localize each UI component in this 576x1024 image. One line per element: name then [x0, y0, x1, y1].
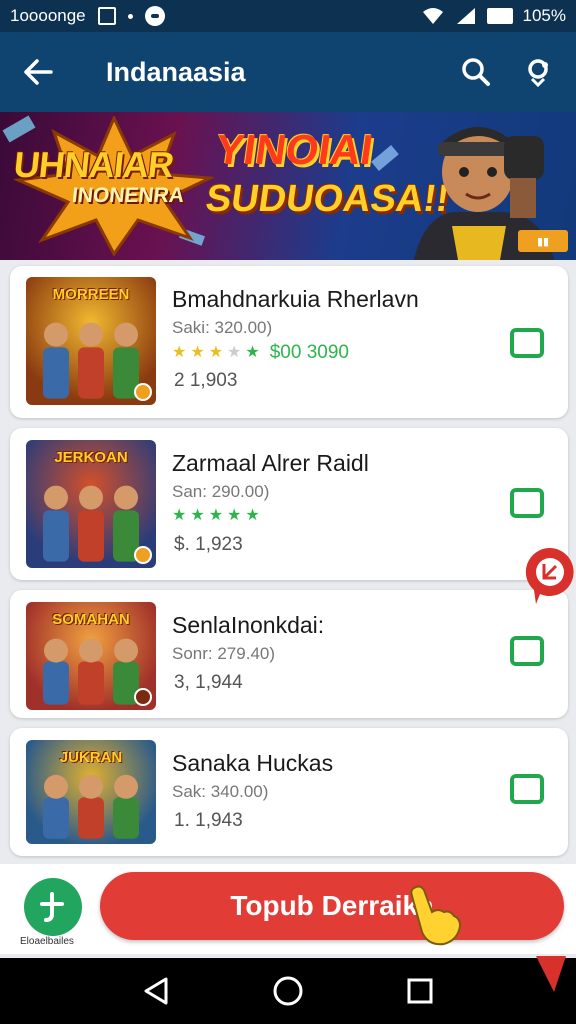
list-item[interactable]: MORREEN Bmahdnarkuia Rherlavn Saki: 320.… [10, 266, 568, 418]
triangle-back-icon [144, 977, 168, 1005]
square-outline-icon[interactable] [510, 636, 544, 666]
battery-icon [486, 8, 513, 24]
share-button[interactable] [518, 52, 558, 92]
list-item[interactable]: JERKOAN Zarmaal Alrer Raidl San: 290.00)… [10, 428, 568, 580]
app-thumbnail: MORREEN [26, 277, 156, 405]
floating-help-button[interactable] [522, 546, 576, 606]
app-price: $00 3090 [269, 342, 349, 363]
bottom-cta-bar: Eloaelbailes Topub Derraika [0, 864, 576, 954]
list-item[interactable]: JUKRAN Sanaka Huckas Sak: 340.00) 1. 1,9… [10, 728, 568, 856]
rating-stars: ★ ★ ★ ★ ★ $00 3090 [172, 342, 349, 364]
status-bar: 1oooonge 105% [0, 0, 576, 32]
thumbnail-title: JUKRAN [59, 749, 123, 766]
badge-icon [134, 546, 152, 564]
app-size: Sonr: 279.40) [172, 644, 276, 663]
square-recents-icon [407, 978, 433, 1004]
download-count: 1. 1,943 [174, 810, 243, 831]
download-count: 3, 1,944 [174, 672, 243, 693]
mini-app-button[interactable] [24, 878, 82, 936]
download-button[interactable]: Topub Derraika [100, 872, 564, 940]
app-thumbnail: SOMAHAN [26, 602, 156, 710]
app-list: MORREEN Bmahdnarkuia Rherlavn Saki: 320.… [10, 266, 568, 866]
battery-percent: 105% [522, 6, 566, 25]
star-icon: ★ [172, 344, 187, 361]
notification-square-icon [97, 7, 116, 25]
list-item[interactable]: SOMAHAN SenlaInonkdai: Sonr: 279.40) 3, … [10, 590, 568, 718]
back-button[interactable] [0, 32, 76, 112]
download-count: 2 1,903 [174, 370, 238, 391]
thumbnail-title: MORREEN [52, 286, 130, 303]
app-logo-icon [40, 892, 64, 922]
rating-stars: ★ ★ ★ ★ ★ [172, 508, 260, 524]
pointing-hand-icon [410, 885, 462, 946]
nav-back-button[interactable] [136, 971, 176, 1011]
star-icon: ★ [227, 344, 242, 361]
app-size: Saki: 320.00) [172, 318, 273, 337]
app-bar: Indanaasia [0, 32, 576, 112]
app-size: Sak: 340.00) [172, 782, 269, 801]
share-icon [528, 59, 548, 87]
app-thumbnail: JERKOAN [26, 440, 156, 568]
circle-home-icon [273, 976, 303, 1006]
messenger-icon [144, 6, 165, 26]
star-icon: ★ [208, 344, 224, 361]
system-nav-bar [0, 958, 576, 1024]
star-icon: ★ [190, 507, 205, 524]
page-title: Indanaasia [106, 56, 246, 87]
star-icon: ★ [208, 507, 224, 524]
download-count: $. 1,923 [174, 534, 243, 555]
banner-brand-sub: INONENRA [70, 184, 186, 207]
promo-banner[interactable]: UHNAIAR INONENRA YINOIAI SUDUOASA!! ▮▮ [0, 112, 576, 260]
thumbnail-title: SOMAHAN [52, 611, 130, 628]
status-text: 1oooonge [10, 6, 86, 25]
arrow-left-icon [24, 59, 53, 85]
dot-icon [127, 13, 133, 19]
square-outline-icon[interactable] [510, 774, 544, 804]
mini-app-label: Eloaelbailes [20, 936, 74, 947]
app-thumbnail: JUKRAN [26, 740, 156, 844]
nav-recents-button[interactable] [400, 971, 440, 1011]
app-name[interactable]: Sanaka Huckas [172, 750, 333, 777]
nav-home-button[interactable] [268, 971, 308, 1011]
wifi-icon [422, 8, 443, 24]
search-button[interactable] [456, 52, 496, 92]
app-size: San: 290.00) [172, 482, 270, 501]
star-icon: ★ [227, 507, 242, 524]
signal-icon [456, 8, 475, 24]
banner-headline: YINOIAI [212, 126, 376, 173]
corner-marker-icon [536, 956, 566, 992]
app-name[interactable]: Zarmaal Alrer Raidl [172, 450, 369, 477]
banner-brand: UHNAIAR [11, 144, 176, 185]
badge-icon [134, 688, 152, 706]
star-icon: ★ [245, 507, 260, 524]
star-icon: ★ [190, 344, 205, 361]
badge-icon [134, 383, 152, 401]
square-outline-icon[interactable] [510, 488, 544, 518]
app-name[interactable]: SenlaInonkdai: [172, 612, 324, 639]
star-icon: ★ [172, 507, 187, 524]
square-outline-icon[interactable] [510, 328, 544, 358]
star-icon: ★ [245, 344, 260, 361]
search-icon [462, 58, 490, 86]
app-name[interactable]: Bmahdnarkuia Rherlavn [172, 286, 419, 313]
thumbnail-title: JERKOAN [54, 449, 128, 466]
banner-tag: ▮▮ [518, 230, 568, 252]
